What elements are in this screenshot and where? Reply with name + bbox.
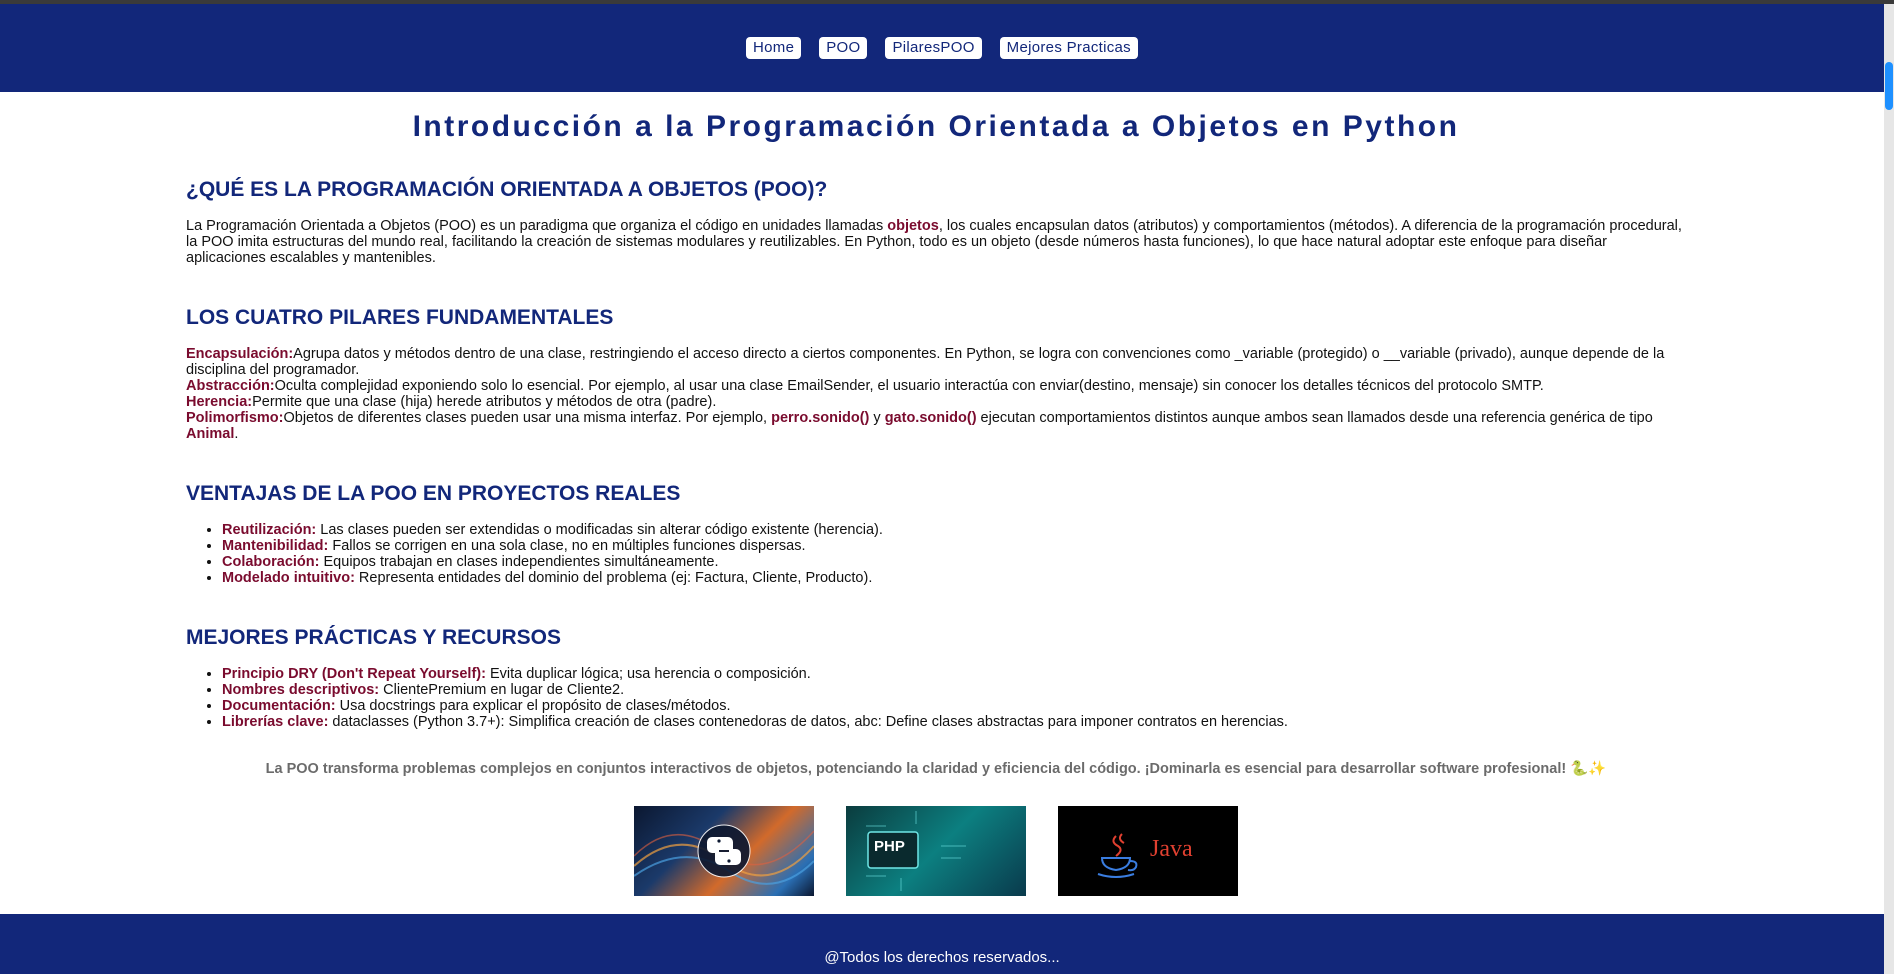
- pillar-text: Objetos de diferentes clases pueden usar…: [283, 410, 772, 426]
- pillar-term: Encapsulación:: [186, 346, 294, 362]
- paragraph-text: La Programación Orientada a Objetos (POO…: [186, 218, 888, 234]
- section-what-is-poo: ¿QUÉ ES LA PROGRAMACIÓN ORIENTADA A OBJE…: [186, 178, 1686, 266]
- advantages-list: Reutilización: Las clases pueden ser ext…: [186, 522, 1686, 586]
- list-item: Reutilización: Las clases pueden ser ext…: [222, 522, 1686, 538]
- nav-poo-button[interactable]: POO: [819, 37, 868, 59]
- section-heading: LOS CUATRO PILARES FUNDAMENTALES: [186, 306, 614, 329]
- pillar-polymorphism: Polimorfismo:Objetos de diferentes clase…: [186, 410, 1686, 442]
- top-navbar: Home POO PilaresPOO Mejores Practicas: [0, 4, 1884, 92]
- list-item-text: Las clases pueden ser extendidas o modif…: [316, 522, 883, 538]
- php-label: PHP: [874, 838, 905, 855]
- best-practices-list: Principio DRY (Don't Repeat Yourself): E…: [186, 666, 1686, 730]
- pillar-text: Agrupa datos y métodos dentro de una cla…: [186, 346, 1665, 378]
- list-item-term: Mantenibilidad:: [222, 538, 329, 554]
- page-footer: @Todos los derechos reservados...: [0, 914, 1884, 974]
- list-item: Nombres descriptivos: ClientePremium en …: [222, 682, 1686, 698]
- java-image: Java: [1058, 806, 1238, 896]
- list-item-term: Modelado intuitivo:: [222, 570, 355, 586]
- list-item-text: dataclasses (Python 3.7+): Simplifica cr…: [328, 714, 1288, 730]
- pillar-text: Permite que una clase (hija) herede atri…: [252, 394, 717, 410]
- vertical-scrollbar[interactable]: [1884, 4, 1894, 974]
- section-best-practices: MEJORES PRÁCTICAS Y RECURSOS Principio D…: [186, 626, 1686, 730]
- code-perro-sonido: perro.sonido(): [771, 410, 870, 426]
- pillar-term: Abstracción:: [186, 378, 275, 394]
- list-item: Colaboración: Equipos trabajan en clases…: [222, 554, 1686, 570]
- list-item: Librerías clave: dataclasses (Python 3.7…: [222, 714, 1686, 730]
- java-cup-icon: [1097, 833, 1138, 878]
- java-label: Java: [1150, 836, 1193, 862]
- list-item: Mantenibilidad: Fallos se corrigen en un…: [222, 538, 1686, 554]
- highlight-objetos: objetos: [887, 218, 939, 234]
- list-item: Modelado intuitivo: Representa entidades…: [222, 570, 1686, 586]
- list-item-term: Librerías clave:: [222, 714, 329, 730]
- section-paragraph: La Programación Orientada a Objetos (POO…: [186, 218, 1686, 266]
- section-heading: MEJORES PRÁCTICAS Y RECURSOS: [186, 626, 561, 649]
- python-logo-icon: [634, 824, 814, 885]
- code-gato-sonido: gato.sonido(): [884, 410, 977, 426]
- nav-home-button[interactable]: Home: [746, 37, 802, 59]
- section-pillars: LOS CUATRO PILARES FUNDAMENTALES Encapsu…: [186, 306, 1686, 442]
- pillar-text: Oculta complejidad exponiendo solo lo es…: [274, 378, 1544, 394]
- list-item-term: Nombres descriptivos:: [222, 682, 380, 698]
- list-item-text: ClientePremium en lugar de Cliente2.: [379, 682, 625, 698]
- pillar-term: Herencia:: [186, 394, 253, 410]
- section-heading: ¿QUÉ ES LA PROGRAMACIÓN ORIENTADA A OBJE…: [186, 178, 828, 201]
- page-title: Introducción a la Programación Orientada…: [412, 110, 1460, 143]
- language-gallery: PHP Java: [186, 806, 1686, 896]
- list-item-term: Principio DRY (Don't Repeat Yourself):: [222, 666, 486, 682]
- scrollbar-thumb[interactable]: [1885, 62, 1893, 110]
- pillar-encapsulation: Encapsulación:Agrupa datos y métodos den…: [186, 346, 1686, 378]
- pillar-abstraction: Abstracción:Oculta complejidad exponiend…: [186, 378, 1686, 394]
- nav-mejores-practicas-button[interactable]: Mejores Practicas: [999, 37, 1138, 59]
- list-item-text: Evita duplicar lógica; usa herencia o co…: [485, 666, 811, 682]
- closing-statement: La POO transforma problemas complejos en…: [265, 761, 1607, 777]
- pillar-text: .: [234, 426, 239, 442]
- list-item-text: Fallos se corrigen en una sola clase, no…: [328, 538, 806, 554]
- section-advantages: VENTAJAS DE LA POO EN PROYECTOS REALES R…: [186, 482, 1686, 586]
- pillar-inheritance: Herencia:Permite que una clase (hija) he…: [186, 394, 1686, 410]
- list-item: Principio DRY (Don't Repeat Yourself): E…: [222, 666, 1686, 682]
- list-item-term: Reutilización:: [222, 522, 317, 538]
- footer-copyright: @Todos los derechos reservados...: [824, 949, 1060, 966]
- code-animal: Animal: [186, 426, 235, 442]
- list-item-text: Equipos trabajan en clases independiente…: [319, 554, 719, 570]
- pillar-text: y: [869, 410, 885, 426]
- nav-pilares-button[interactable]: PilaresPOO: [885, 37, 982, 59]
- php-image: PHP: [846, 806, 1026, 896]
- list-item-term: Documentación:: [222, 698, 336, 714]
- list-item-text: Usa docstrings para explicar el propósit…: [335, 698, 731, 714]
- pillar-text: ejecutan comportamientos distintos aunqu…: [976, 410, 1653, 426]
- list-item-text: Representa entidades del dominio del pro…: [354, 570, 873, 586]
- list-item: Documentación: Usa docstrings para expli…: [222, 698, 1686, 714]
- list-item-term: Colaboración:: [222, 554, 320, 570]
- python-image: [634, 806, 814, 896]
- php-chip-icon: [866, 811, 966, 891]
- section-heading: VENTAJAS DE LA POO EN PROYECTOS REALES: [186, 482, 681, 505]
- pillar-term: Polimorfismo:: [186, 410, 284, 426]
